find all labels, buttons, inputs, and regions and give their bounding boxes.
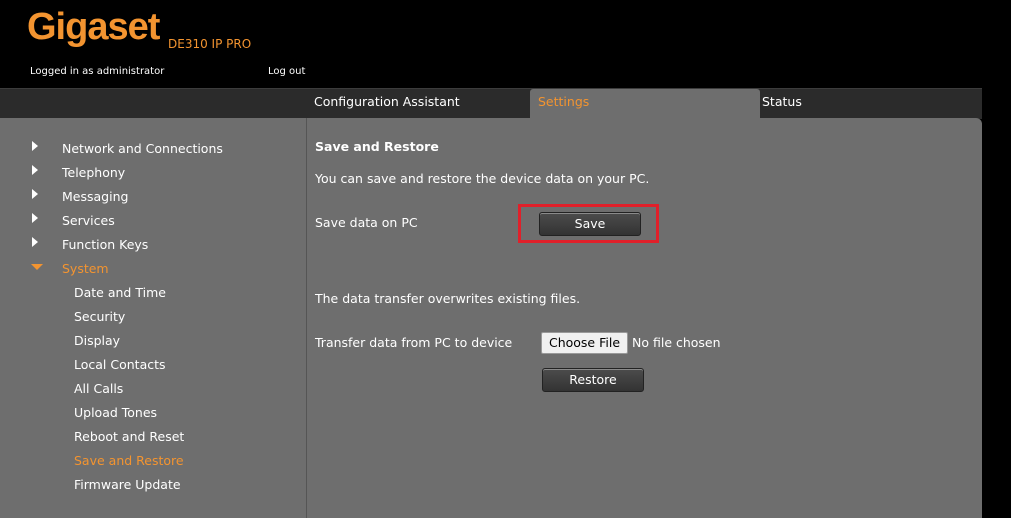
sidebar-subitem-security[interactable]: Security: [74, 309, 125, 324]
sidebar-subitem-display[interactable]: Display: [74, 333, 120, 348]
sidebar-item-services[interactable]: Services: [62, 213, 115, 228]
overwrite-note: The data transfer overwrites existing fi…: [315, 291, 581, 306]
transfer-data-label: Transfer data from PC to device: [315, 335, 513, 350]
sidebar-subitem-reboot-reset[interactable]: Reboot and Reset: [74, 429, 184, 444]
expand-arrow-icon[interactable]: [32, 189, 38, 199]
page-description: You can save and restore the device data…: [315, 171, 650, 186]
sidebar-subitem-date-time[interactable]: Date and Time: [74, 285, 166, 300]
expand-arrow-icon[interactable]: [32, 237, 38, 247]
main-panel: Save and Restore You can save and restor…: [307, 118, 982, 518]
sidebar-item-messaging[interactable]: Messaging: [62, 189, 128, 204]
tab-status[interactable]: Status: [754, 89, 990, 119]
save-button[interactable]: Save: [539, 212, 641, 236]
sidebar: Network and Connections Telephony Messag…: [0, 118, 307, 518]
tab-configuration-assistant[interactable]: Configuration Assistant: [306, 89, 536, 119]
page-title: Save and Restore: [315, 139, 439, 154]
sidebar-subitem-firmware-update[interactable]: Firmware Update: [74, 477, 181, 492]
sidebar-item-system[interactable]: System: [62, 261, 109, 276]
sidebar-item-network[interactable]: Network and Connections: [62, 141, 223, 156]
sidebar-subitem-all-calls[interactable]: All Calls: [74, 381, 123, 396]
choose-file-button[interactable]: Choose File: [541, 332, 628, 354]
save-data-label: Save data on PC: [315, 215, 418, 230]
content-panel: Network and Connections Telephony Messag…: [0, 118, 982, 518]
model-name: DE310 IP PRO: [168, 37, 252, 51]
logged-in-text: Logged in as administrator: [30, 66, 165, 77]
sidebar-subitem-local-contacts[interactable]: Local Contacts: [74, 357, 166, 372]
expand-arrow-icon[interactable]: [32, 141, 38, 151]
expand-arrow-icon[interactable]: [32, 213, 38, 223]
sidebar-subitem-save-restore[interactable]: Save and Restore: [74, 453, 184, 468]
collapse-arrow-icon[interactable]: [31, 264, 43, 270]
tab-settings[interactable]: Settings: [530, 89, 760, 119]
sidebar-item-function-keys[interactable]: Function Keys: [62, 237, 148, 252]
brand-logo: Gigaset: [27, 6, 160, 48]
restore-button[interactable]: Restore: [542, 368, 644, 392]
sidebar-item-telephony[interactable]: Telephony: [62, 165, 125, 180]
logout-link[interactable]: Log out: [268, 66, 305, 77]
expand-arrow-icon[interactable]: [32, 165, 38, 175]
no-file-chosen-text: No file chosen: [632, 335, 721, 350]
tab-bar: Configuration Assistant Settings Status: [0, 88, 982, 119]
sidebar-subitem-upload-tones[interactable]: Upload Tones: [74, 405, 157, 420]
